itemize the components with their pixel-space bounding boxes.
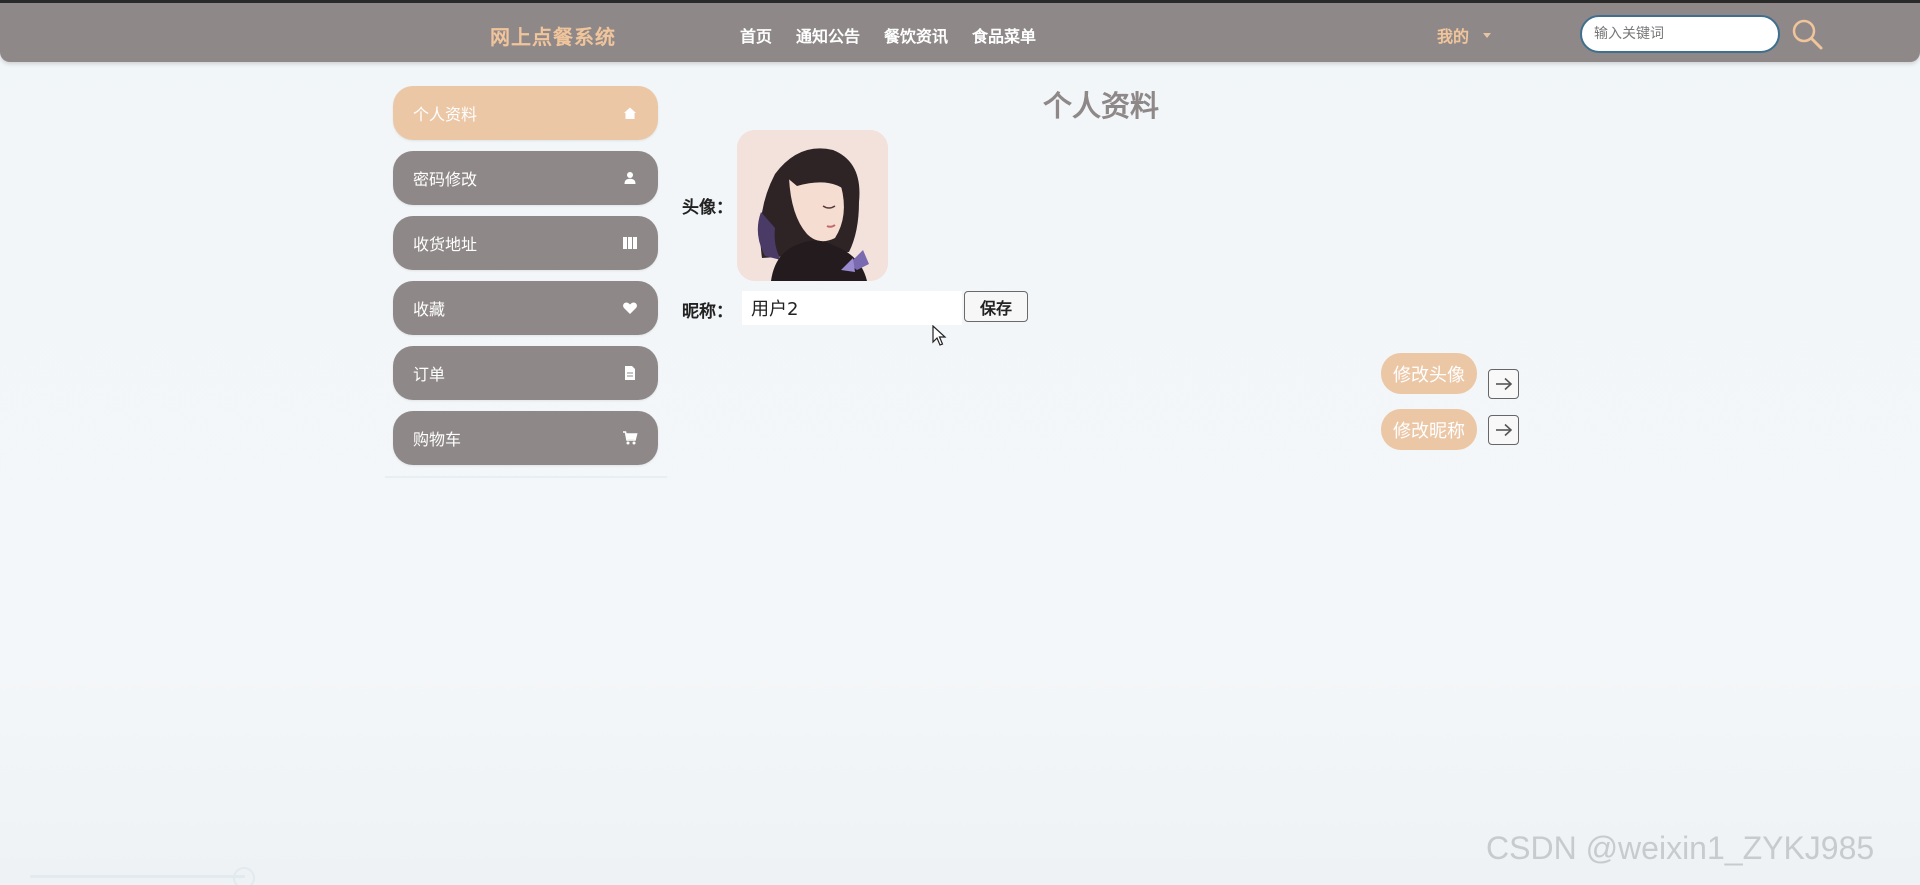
book-icon	[623, 237, 637, 249]
sidebar-item-favorites[interactable]: 收藏	[393, 281, 658, 335]
sidebar-item-password[interactable]: 密码修改	[393, 151, 658, 205]
nav-news[interactable]: 餐饮资讯	[884, 23, 948, 47]
site-brand[interactable]: 网上点餐系统	[490, 21, 616, 50]
change-nickname-arrow-button[interactable]	[1488, 415, 1519, 445]
sidebar-item-label: 购物车	[413, 430, 462, 449]
change-avatar-button[interactable]: 修改头像	[1381, 353, 1477, 394]
sidebar-item-label: 个人资料	[413, 105, 478, 124]
sidebar-divider	[385, 476, 667, 478]
nav-home[interactable]: 首页	[740, 23, 772, 47]
heart-icon	[623, 302, 637, 314]
nav-menu[interactable]: 食品菜单	[972, 23, 1036, 47]
home-icon	[624, 107, 636, 119]
sidebar-item-profile[interactable]: 个人资料	[393, 86, 658, 140]
user-menu-label: 我的	[1437, 27, 1470, 46]
avatar[interactable]	[737, 130, 888, 281]
nav-notices[interactable]: 通知公告	[796, 23, 860, 47]
slider-handle[interactable]	[233, 867, 255, 885]
sidebar: 个人资料 密码修改 收货地址 收藏 订单 购物车	[385, 86, 667, 478]
sidebar-item-label: 密码修改	[413, 170, 478, 189]
arrow-right-icon	[1495, 423, 1512, 437]
sidebar-item-label: 收藏	[413, 300, 446, 319]
nickname-label: 昵称：	[682, 302, 733, 322]
save-button[interactable]: 保存	[964, 291, 1028, 322]
search-icon[interactable]	[1790, 17, 1824, 51]
cart-icon	[623, 431, 638, 445]
sidebar-item-cart[interactable]: 购物车	[393, 411, 658, 465]
sidebar-item-orders[interactable]: 订单	[393, 346, 658, 400]
user-icon	[624, 172, 636, 184]
chevron-down-icon	[1483, 32, 1492, 38]
sidebar-item-label: 订单	[413, 365, 446, 384]
file-icon	[625, 366, 635, 380]
user-menu[interactable]: 我的	[1437, 23, 1492, 47]
avatar-label: 头像：	[682, 198, 733, 218]
mouse-pointer-icon	[932, 325, 947, 346]
search-input[interactable]	[1580, 15, 1780, 53]
arrow-right-icon	[1495, 377, 1512, 391]
top-navbar: 网上点餐系统 首页 通知公告 餐饮资讯 食品菜单 我的	[0, 0, 1920, 62]
sidebar-item-address[interactable]: 收货地址	[393, 216, 658, 270]
change-avatar-arrow-button[interactable]	[1488, 369, 1519, 399]
nickname-input[interactable]	[742, 291, 962, 325]
change-nickname-button[interactable]: 修改昵称	[1381, 409, 1477, 450]
main-nav: 首页 通知公告 餐饮资讯 食品菜单	[740, 23, 1036, 47]
page-title: 个人资料	[1043, 89, 1160, 123]
watermark: CSDN @weixin1_ZYKJ985	[1486, 830, 1875, 866]
slider-track[interactable]	[30, 875, 245, 878]
sidebar-item-label: 收货地址	[413, 235, 478, 254]
